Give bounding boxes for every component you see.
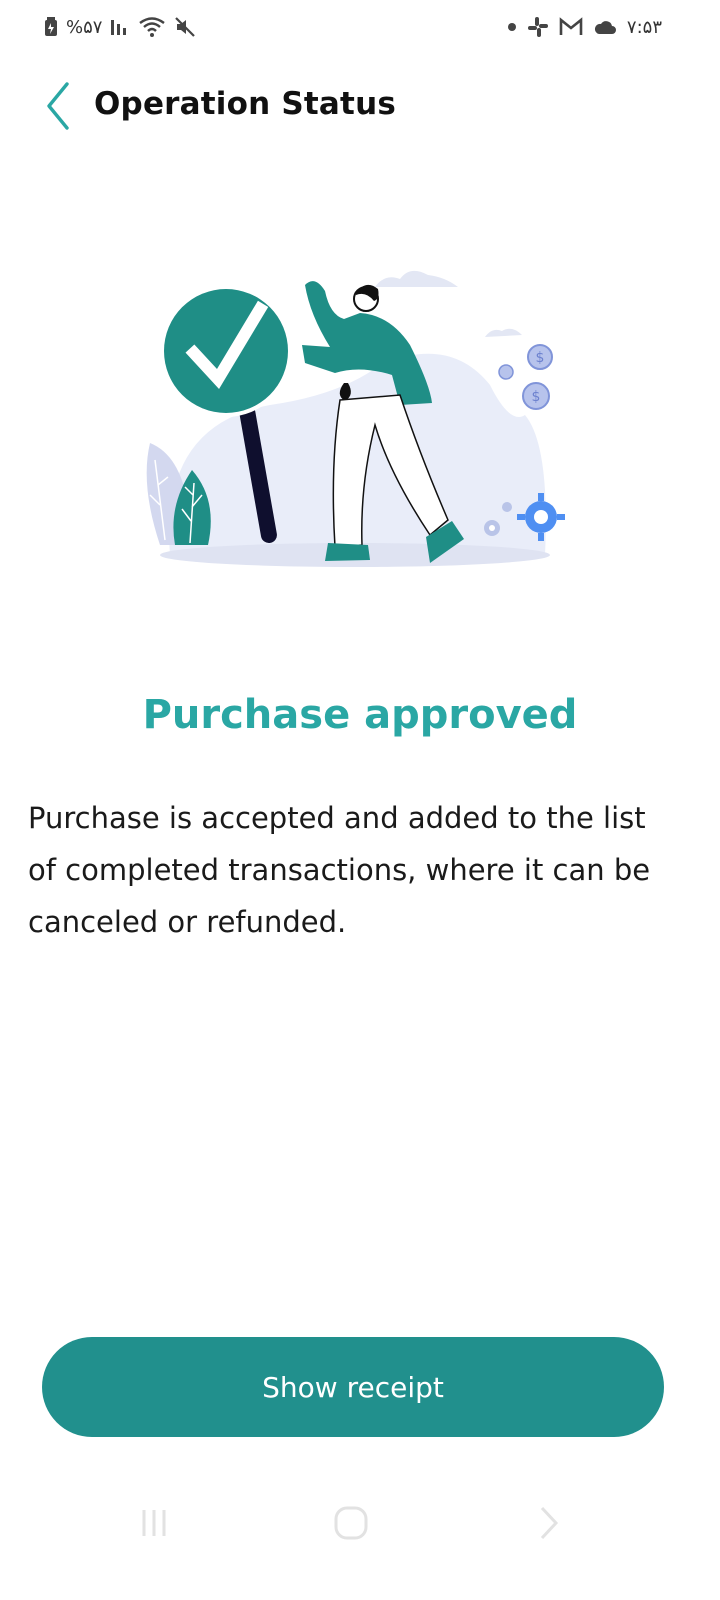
gmail-icon <box>559 17 583 37</box>
result-title: Purchase approved <box>142 692 578 738</box>
nav-back-button[interactable] <box>518 1500 578 1550</box>
success-illustration: $ $ <box>130 255 580 580</box>
back-button[interactable] <box>34 80 82 136</box>
status-bar-right: ۷:۵۳ <box>507 16 662 38</box>
battery-icon <box>44 17 58 37</box>
home-icon <box>333 1505 369 1545</box>
notification-dot-icon <box>507 22 517 32</box>
status-time: ۷:۵۳ <box>626 16 662 38</box>
result-description: Purchase is accepted and added to the li… <box>28 801 651 939</box>
back-icon <box>536 1505 560 1545</box>
recents-icon <box>137 1506 171 1544</box>
svg-text:$: $ <box>532 389 541 405</box>
show-receipt-button[interactable]: Show receipt <box>42 1337 664 1437</box>
battery-percent: %۵۷ <box>66 16 103 38</box>
chevron-left-icon <box>43 80 73 136</box>
status-bar: %۵۷ ۷:۵۳ <box>0 0 720 60</box>
mute-icon <box>174 16 196 38</box>
signal-icon <box>110 17 130 37</box>
cloud-icon <box>593 19 617 35</box>
svg-text:$: $ <box>536 350 545 366</box>
wifi-icon <box>138 16 166 38</box>
system-nav-bar <box>0 1490 720 1560</box>
recents-button[interactable] <box>124 1500 184 1550</box>
home-button[interactable] <box>321 1500 381 1550</box>
status-bar-left: %۵۷ <box>44 16 196 38</box>
page-title: Operation Status <box>94 86 396 122</box>
slack-icon <box>527 16 549 38</box>
top-app-bar: Operation Status <box>0 72 720 144</box>
